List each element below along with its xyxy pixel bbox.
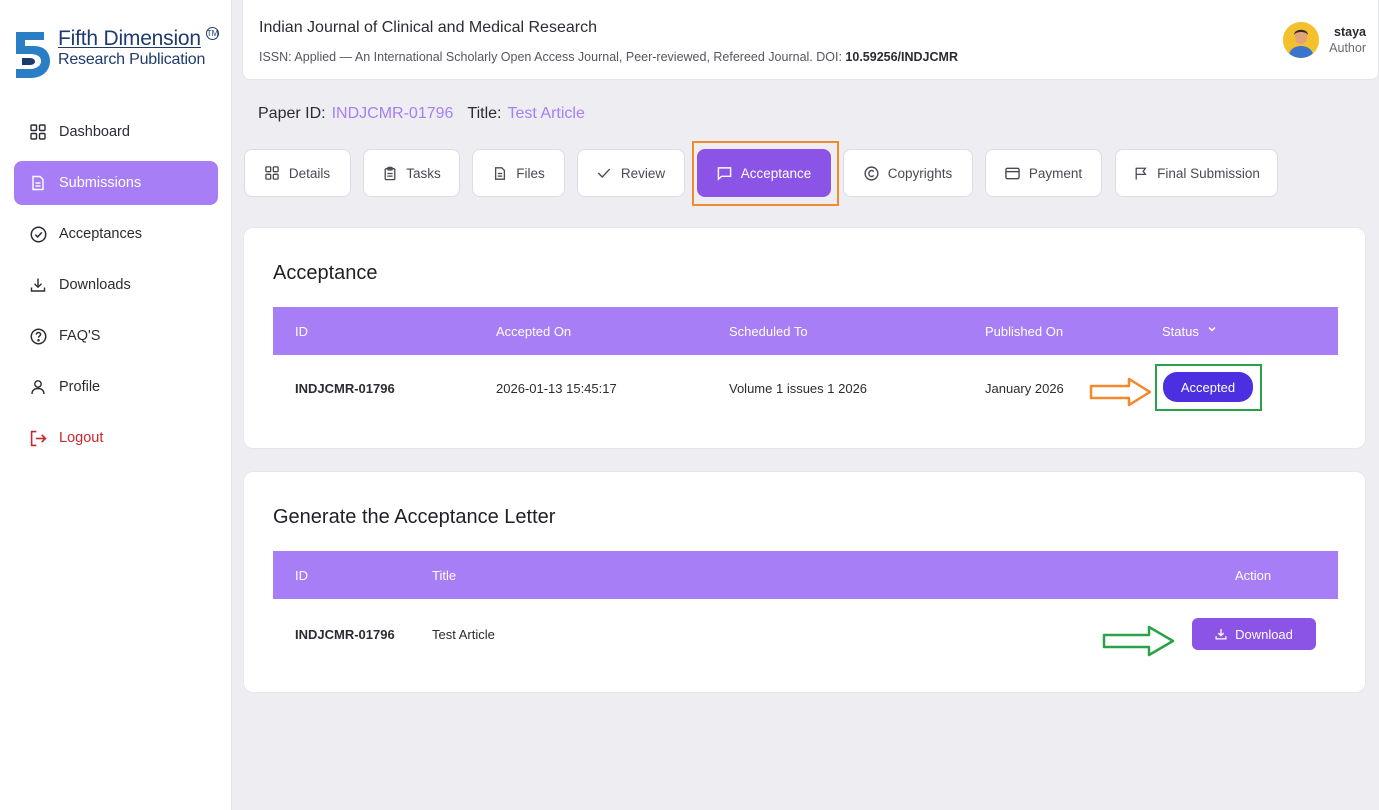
orange-arrow-icon <box>1089 377 1152 407</box>
row-accepted-on: 2026-01-13 15:45:17 <box>496 381 617 396</box>
tab-label: Payment <box>1028 165 1083 181</box>
check-icon <box>597 166 612 181</box>
acceptance-card: Acceptance ID Accepted On Scheduled To P… <box>243 227 1366 449</box>
acceptance-letter-card: Generate the Acceptance Letter ID Title … <box>243 471 1366 693</box>
user-name: staya <box>1334 24 1366 39</box>
tab-highlight-box <box>692 141 839 206</box>
tab-label: Files <box>516 165 545 181</box>
tab-details[interactable]: Details <box>244 149 351 197</box>
copyright-icon <box>864 165 879 181</box>
tab-tasks[interactable]: Tasks <box>363 149 460 197</box>
sidebar-nav: Dashboard Submissions Acceptances Downlo… <box>14 110 218 467</box>
sidebar-item-label: Acceptances <box>59 226 143 242</box>
download-button[interactable]: Download <box>1192 618 1316 650</box>
letter-title: Generate the Acceptance Letter <box>273 506 556 528</box>
col-accepted-on: Accepted On <box>496 324 572 339</box>
grid-icon <box>29 123 47 141</box>
user-menu[interactable]: staya Author <box>1283 22 1366 58</box>
paper-title-value: Test Article <box>507 105 585 122</box>
journal-sub-text: ISSN: Applied — An International Scholar… <box>259 50 846 64</box>
sidebar-item-downloads[interactable]: Downloads <box>14 263 218 307</box>
tab-payment[interactable]: Payment <box>985 149 1102 197</box>
journal-doi: 10.59256/INDJCMR <box>845 50 958 64</box>
user-info: staya Author <box>1329 24 1366 57</box>
col-published-on: Published On <box>985 324 1064 339</box>
sidebar-item-label: Dashboard <box>59 124 130 140</box>
sidebar-item-label: Logout <box>59 430 104 446</box>
check-circle-icon <box>29 225 47 243</box>
row-id: INDJCMR-01796 <box>295 381 395 396</box>
tab-files[interactable]: Files <box>472 149 565 197</box>
paper-title-label: Title: <box>467 105 502 122</box>
brand-logo[interactable]: Fifth Dimension Research Publication TM <box>14 27 219 80</box>
logout-icon <box>29 429 47 447</box>
sidebar-item-submissions[interactable]: Submissions <box>14 161 218 205</box>
clipboard-icon <box>382 166 397 181</box>
tab-copyrights[interactable]: Copyrights <box>843 149 973 197</box>
tab-label: Review <box>620 165 666 181</box>
top-header: Indian Journal of Clinical and Medical R… <box>242 0 1379 80</box>
logo-mark-icon <box>16 32 50 78</box>
row-title: Test Article <box>432 627 495 642</box>
tab-review[interactable]: Review <box>577 149 685 197</box>
letter-table-header: ID Title Action <box>273 551 1338 599</box>
journal-subtitle: ISSN: Applied — An International Scholar… <box>259 50 958 64</box>
file-icon <box>492 166 507 181</box>
row-scheduled-to: Volume 1 issues 1 2026 <box>729 381 868 396</box>
col-id: ID <box>295 324 308 339</box>
col-id: ID <box>295 568 308 583</box>
brand-text: Fifth Dimension Research Publication <box>58 28 205 68</box>
sidebar: Fifth Dimension Research Publication TM … <box>0 0 232 810</box>
chevron-down-icon[interactable] <box>1207 322 1217 337</box>
trademark-badge: TM <box>206 27 219 40</box>
status-badge: Accepted <box>1163 372 1253 402</box>
user-icon <box>29 378 47 396</box>
brand-line2: Research Publication <box>58 51 206 68</box>
sidebar-item-dashboard[interactable]: Dashboard <box>14 110 218 154</box>
col-scheduled-to: Scheduled To <box>729 324 808 339</box>
paper-meta: Paper ID: INDJCMR-01796 Title: Test Article <box>258 105 599 123</box>
user-role: Author <box>1329 41 1366 55</box>
sidebar-item-acceptances[interactable]: Acceptances <box>14 212 218 256</box>
brand-line1: Fifth Dimension <box>58 27 201 50</box>
sidebar-item-profile[interactable]: Profile <box>14 365 218 409</box>
col-status[interactable]: Status <box>1162 324 1199 339</box>
acceptance-table-header: ID Accepted On Scheduled To Published On… <box>273 307 1338 355</box>
paper-id-value: INDJCMR-01796 <box>331 105 454 122</box>
avatar <box>1283 22 1320 58</box>
col-action: Action <box>1235 568 1272 583</box>
help-circle-icon <box>29 327 47 345</box>
download-icon <box>1215 628 1227 640</box>
tab-final-submission[interactable]: Final Submission <box>1115 149 1278 197</box>
sidebar-item-label: Submissions <box>59 175 142 191</box>
sidebar-item-logout[interactable]: Logout <box>14 416 218 460</box>
sidebar-item-label: FAQ'S <box>59 328 101 344</box>
download-label: Download <box>1235 626 1293 642</box>
journal-title: Indian Journal of Clinical and Medical R… <box>259 19 597 36</box>
document-icon <box>29 174 47 192</box>
tab-label: Copyrights <box>887 165 953 181</box>
paper-id-label: Paper ID: <box>258 105 326 122</box>
row-published-on: January 2026 <box>985 381 1064 396</box>
row-id: INDJCMR-01796 <box>295 627 395 642</box>
sidebar-item-faqs[interactable]: FAQ'S <box>14 314 218 358</box>
tab-label: Tasks <box>406 165 441 181</box>
col-title: Title <box>432 568 457 583</box>
grid-icon <box>265 166 280 181</box>
tab-label: Final Submission <box>1157 165 1260 181</box>
sidebar-item-label: Profile <box>59 379 101 395</box>
acceptance-title: Acceptance <box>273 262 378 284</box>
tab-label: Details <box>288 165 331 181</box>
credit-card-icon <box>1005 166 1020 181</box>
flag-icon <box>1133 166 1148 181</box>
download-icon <box>29 276 47 294</box>
sidebar-item-label: Downloads <box>59 277 131 293</box>
green-arrow-icon <box>1102 625 1175 657</box>
